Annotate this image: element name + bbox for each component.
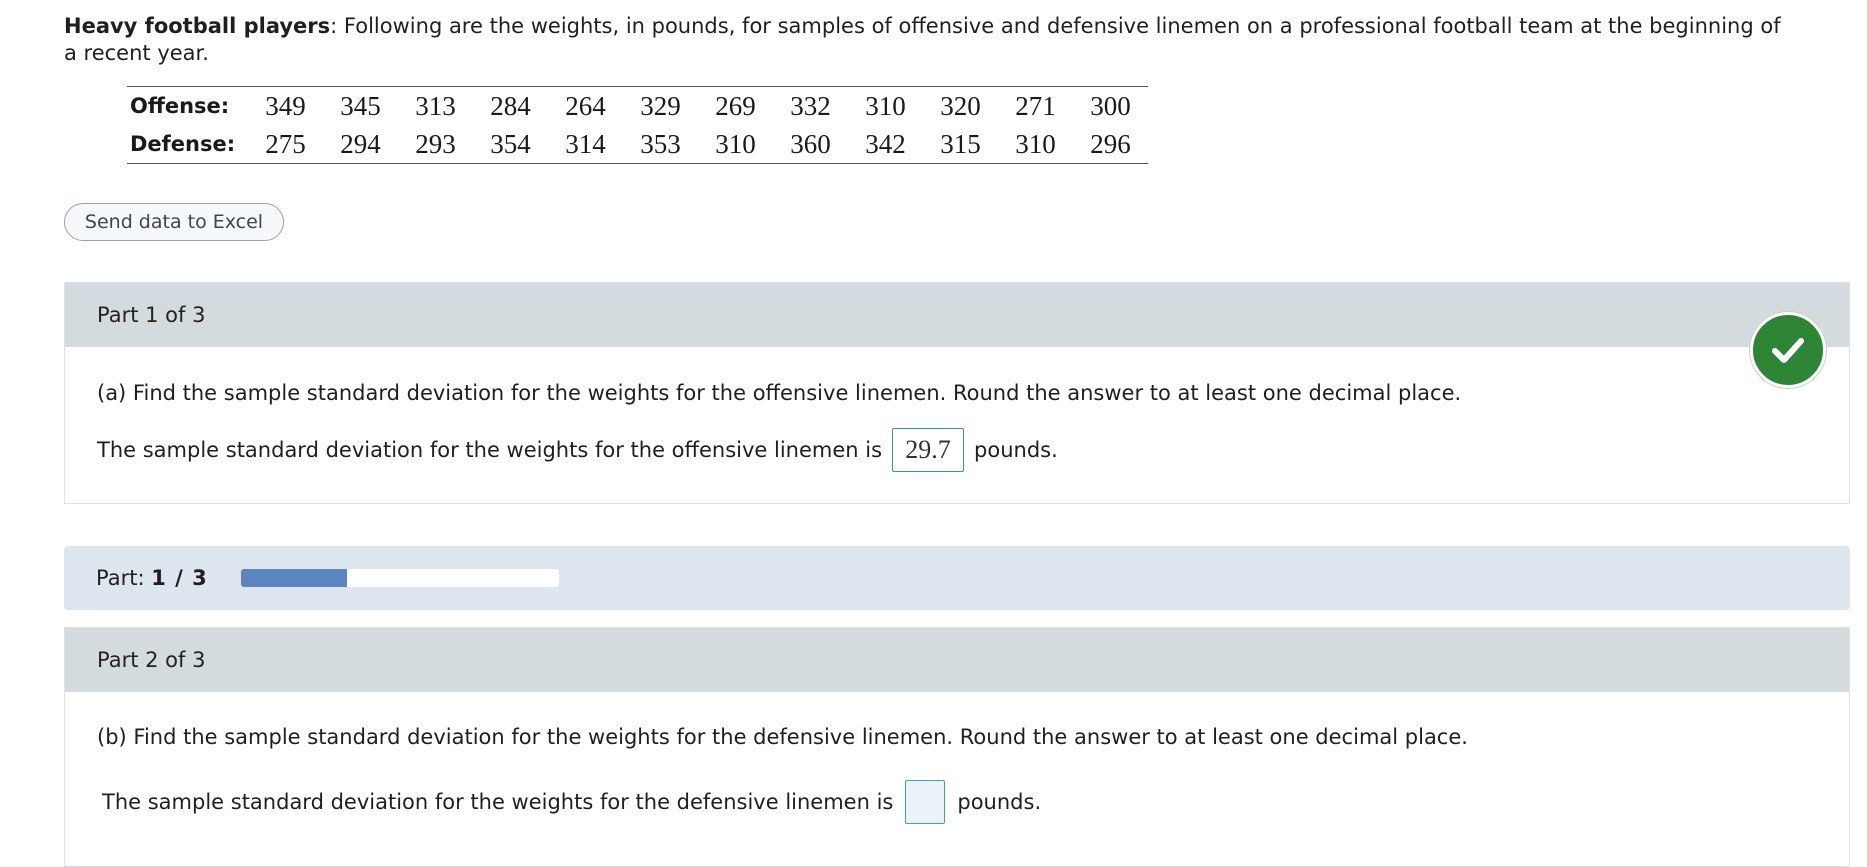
progress-value: 1 / 3 — [151, 566, 208, 590]
part1-answer-prefix: The sample standard deviation for the we… — [97, 438, 883, 462]
progress-bar-fill — [240, 569, 347, 587]
table-cell: 310 — [1015, 128, 1056, 159]
table-cell: 313 — [415, 90, 456, 121]
problem-statement: Heavy football players: Following are th… — [64, 13, 1784, 67]
checkmark-icon-glyph — [1772, 338, 1804, 363]
progress-bar — [240, 569, 559, 587]
table-cell: 332 — [790, 90, 831, 121]
send-to-excel-button[interactable]: Send data to Excel — [64, 203, 284, 241]
part1-question: (a) Find the sample standard deviation f… — [97, 381, 1462, 405]
table-cell: 271 — [1015, 90, 1056, 121]
table-cell: 342 — [865, 128, 906, 159]
table-cell: 329 — [640, 90, 681, 121]
row-label: Defense: — [130, 132, 236, 156]
part1-answer-input[interactable]: 29.7 — [892, 428, 965, 472]
part1-header: Part 1 of 3 — [65, 283, 1849, 347]
data-table: Offense: 349 345 313 284 264 329 269 332… — [127, 86, 1148, 164]
part2-header: Part 2 of 3 — [65, 628, 1849, 692]
table-cell: 320 — [940, 90, 981, 121]
progress-label: Part: 1 / 3 — [96, 566, 208, 590]
table-cell: 269 — [715, 90, 756, 121]
table-cell: 315 — [940, 128, 981, 159]
table-cell: 353 — [640, 128, 681, 159]
table-cell: 264 — [565, 90, 606, 121]
table-cell: 349 — [265, 90, 306, 121]
table-cell: 314 — [565, 128, 606, 159]
table-cell: 296 — [1090, 128, 1131, 159]
table-cell: 310 — [715, 128, 756, 159]
part1-answer-suffix: pounds. — [974, 438, 1058, 462]
part1-card: Part 1 of 3 (a) Find the sample standard… — [64, 282, 1850, 504]
table-cell: 293 — [415, 128, 456, 159]
table-row-offense: Offense: 349 345 313 284 264 329 269 332… — [127, 87, 1148, 126]
table-cell: 360 — [790, 128, 831, 159]
part2-answer-line: The sample standard deviation for the we… — [102, 780, 1041, 824]
table-cell: 354 — [490, 128, 531, 159]
table-cell: 275 — [265, 128, 306, 159]
table-cell: 345 — [340, 90, 381, 121]
table-row-defense: Defense: 275 294 293 354 314 353 310 360… — [127, 125, 1148, 164]
part2-answer-prefix: The sample standard deviation for the we… — [102, 790, 894, 814]
part1-answer-line: The sample standard deviation for the we… — [97, 428, 1058, 472]
checkmark-icon — [1750, 312, 1826, 388]
problem-title: Heavy football players — [64, 14, 331, 38]
table-cell: 310 — [865, 90, 906, 121]
part2-card: Part 2 of 3 (b) Find the sample standard… — [64, 627, 1850, 867]
table-cell: 294 — [340, 128, 381, 159]
row-label: Offense: — [130, 94, 230, 118]
progress-panel: Part: 1 / 3 — [64, 546, 1850, 610]
part2-answer-input[interactable] — [905, 780, 946, 824]
progress-label-text: Part: — [96, 566, 145, 590]
part2-question: (b) Find the sample standard deviation f… — [97, 725, 1468, 749]
part2-answer-suffix: pounds. — [957, 790, 1042, 814]
table-cell: 300 — [1090, 90, 1131, 121]
table-cell: 284 — [490, 90, 531, 121]
